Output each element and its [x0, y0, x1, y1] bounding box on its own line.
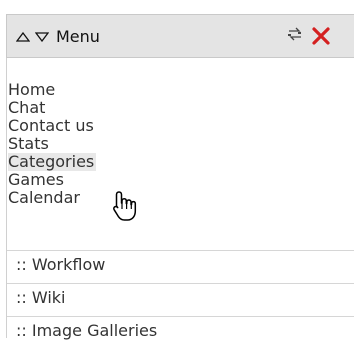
triangle-up-icon[interactable]	[16, 32, 30, 42]
settings-icon[interactable]	[286, 26, 304, 44]
section-wiki[interactable]: :: Wiki	[7, 283, 354, 312]
section-label: :: Image Galleries	[16, 321, 158, 340]
menu-link-stats[interactable]: Stats	[8, 135, 49, 153]
section-label: :: Workflow	[16, 255, 106, 274]
menu-header: Menu	[6, 14, 354, 58]
section-workflow[interactable]: :: Workflow	[7, 250, 354, 279]
section-image-galleries[interactable]: :: Image Galleries	[7, 316, 354, 345]
menu-body: Home Chat Contact us Stats Categories Ga…	[6, 58, 354, 340]
close-icon[interactable]	[311, 26, 331, 46]
menu-module: Menu Home Chat Contact us Stats Categori…	[0, 0, 354, 340]
menu-link-contact-us[interactable]: Contact us	[8, 117, 94, 135]
menu-title: Menu	[56, 27, 100, 46]
section-label: :: Wiki	[16, 288, 66, 307]
menu-link-games[interactable]: Games	[8, 171, 64, 189]
menu-link-categories[interactable]: Categories	[8, 153, 97, 171]
menu-link-home[interactable]: Home	[8, 81, 55, 99]
triangle-down-icon[interactable]	[35, 32, 49, 42]
hand-cursor-icon	[113, 191, 137, 221]
menu-link-chat[interactable]: Chat	[8, 99, 45, 117]
menu-link-calendar[interactable]: Calendar	[8, 189, 80, 207]
